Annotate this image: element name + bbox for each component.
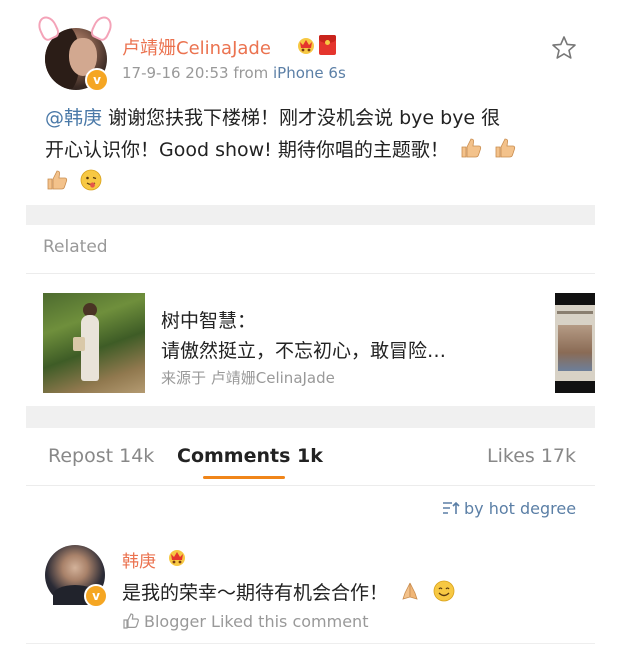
star-icon[interactable] — [551, 35, 577, 61]
divider — [26, 273, 595, 274]
author-avatar[interactable]: v — [34, 13, 116, 92]
timestamp: 17-9-16 20:53 — [122, 64, 229, 82]
thumbs-up-icon — [123, 613, 139, 629]
tab-likes[interactable]: Likes 17k — [487, 445, 576, 467]
thumbs-up-emoji — [47, 170, 68, 190]
praying-hands-emoji — [402, 582, 418, 600]
related-thumbnail[interactable] — [43, 293, 145, 393]
divider — [26, 485, 595, 486]
source-device[interactable]: iPhone 6s — [273, 64, 346, 82]
tab-repost[interactable]: Repost 14k — [48, 445, 154, 467]
related-subtitle[interactable]: 请傲然挺立，不忘初心，敢冒险… — [161, 336, 446, 363]
related-source: 来源于 卢靖姗CelinaJade — [161, 369, 335, 387]
related-label: Related — [43, 237, 108, 257]
smile-emoji — [433, 580, 455, 602]
blogger-liked-note: Blogger Liked this comment — [122, 612, 368, 631]
sort-label: by hot degree — [464, 499, 577, 518]
author-name[interactable]: 卢靖姗CelinaJade — [122, 34, 271, 60]
divider — [26, 643, 595, 644]
post-text-line2: 开心认识你！Good show! 期待你唱的主题歌！ — [45, 139, 449, 161]
tab-comments[interactable]: Comments 1k — [177, 445, 323, 467]
commenter-name[interactable]: 韩庚 — [122, 547, 156, 572]
active-tab-indicator — [203, 476, 285, 479]
post-text-line1: 谢谢您扶我下楼梯！刚才没机会说 bye bye 很 — [102, 107, 501, 129]
verified-badge-icon: v — [85, 68, 109, 92]
thumbs-up-emoji — [461, 138, 481, 158]
red-envelope-icon[interactable] — [319, 35, 336, 55]
related-next-card[interactable] — [555, 293, 595, 393]
comment-body: 是我的荣幸～期待有机会合作！ — [122, 582, 389, 604]
section-separator — [26, 205, 595, 225]
thumbs-up-emoji — [495, 138, 516, 158]
vip-crown-icon — [169, 550, 185, 566]
mention-link[interactable]: @韩庚 — [45, 107, 102, 129]
post-body: @韩庚 谢谢您扶我下楼梯！刚才没机会说 bye bye 很 开心认识你！Good… — [45, 102, 585, 198]
vip-crown-icon — [298, 38, 314, 54]
sort-icon — [443, 501, 460, 514]
related-title[interactable]: 树中智慧： — [161, 306, 256, 333]
commenter-avatar[interactable]: v — [45, 545, 108, 608]
verified-badge-icon: v — [84, 584, 108, 608]
source-prefix: from — [233, 64, 274, 82]
section-separator — [26, 406, 595, 428]
tongue-emoji — [80, 169, 102, 191]
post-meta: 17-9-16 20:53 from iPhone 6s — [122, 64, 346, 82]
sort-control[interactable]: by hot degree — [442, 499, 576, 518]
liked-note-text: Blogger Liked this comment — [144, 612, 369, 631]
comment-text: 是我的荣幸～期待有机会合作！ — [122, 578, 456, 605]
